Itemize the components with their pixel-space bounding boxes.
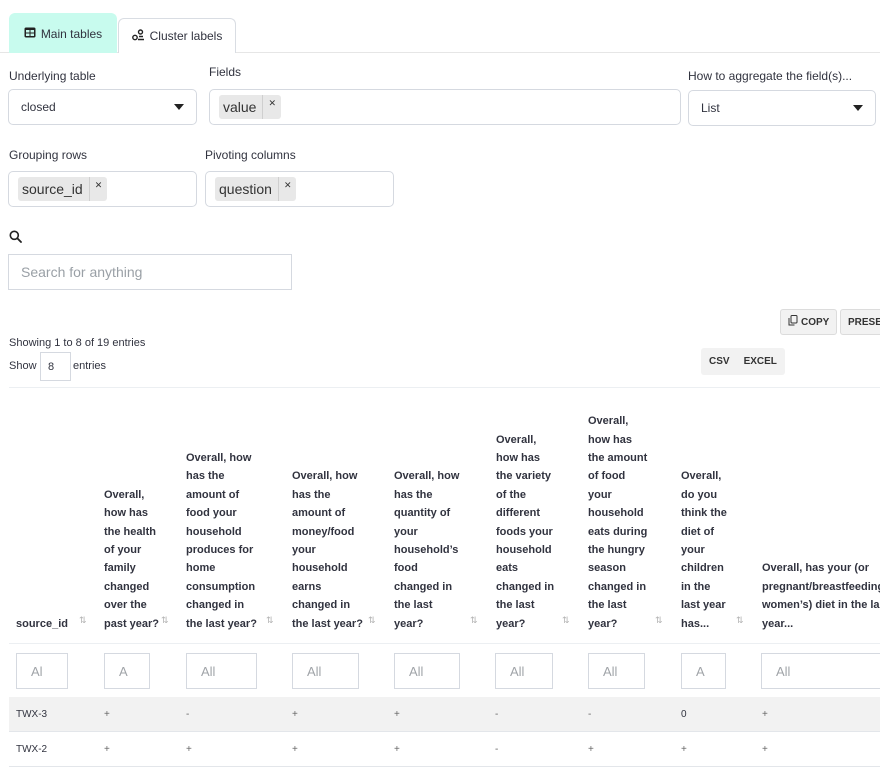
underlying-table-label: Underlying table (9, 69, 96, 83)
table-cell: + (394, 744, 400, 755)
pivoting-columns-multiselect[interactable]: question ✕ (205, 171, 394, 207)
column-filter-input[interactable]: All (394, 653, 460, 689)
sort-icon[interactable]: ⇅ (736, 615, 744, 626)
column-filter-input[interactable]: A (681, 653, 726, 689)
column-filter-input[interactable]: All (292, 653, 359, 689)
copy-label: COPY (801, 316, 830, 328)
underlying-table-select[interactable]: closed (8, 89, 197, 125)
underlying-table-value: closed (21, 100, 56, 114)
table-cell: + (292, 709, 298, 720)
tab-label: Cluster labels (149, 29, 223, 43)
table-cell: + (104, 744, 110, 755)
column-header-source-id[interactable]: source_id (16, 615, 86, 633)
sort-icon[interactable]: ⇅ (470, 615, 478, 626)
excel-button[interactable]: EXCEL (744, 356, 777, 367)
remove-chip-icon[interactable]: ✕ (277, 177, 297, 201)
column-header[interactable]: Overall, do you think the diet of your c… (681, 467, 731, 633)
table-cell: - (495, 709, 499, 720)
grouping-rows-label: Grouping rows (9, 148, 88, 162)
table-cell: - (186, 709, 190, 720)
csv-button[interactable]: CSV (709, 356, 730, 367)
table-cell: + (762, 709, 768, 720)
cell-source-id: TWX-3 (16, 709, 48, 720)
tab-label: Main tables (40, 26, 103, 41)
header-divider (9, 643, 880, 644)
search-input[interactable] (8, 254, 292, 290)
chip-label: value (223, 99, 257, 115)
table-cell: + (588, 744, 594, 755)
remove-chip-icon[interactable]: ✕ (262, 95, 281, 119)
table-row[interactable]: TWX-3 + - + + - - 0 + (9, 697, 880, 731)
table-cell: + (104, 709, 110, 720)
tab-main-tables[interactable]: Main tables (9, 13, 117, 53)
entries-label: entries (73, 360, 107, 372)
sort-icon[interactable]: ⇅ (368, 615, 376, 626)
chevron-down-icon (174, 104, 184, 110)
column-filter-input[interactable]: All (186, 653, 257, 689)
table-cell: 0 (681, 709, 687, 720)
column-header[interactable]: Overall, how has the health of your fami… (104, 486, 162, 633)
tab-cluster-labels[interactable]: Cluster labels (118, 18, 236, 53)
remove-chip-icon[interactable]: ✕ (88, 177, 108, 201)
column-header[interactable]: Overall, how has the amount of food your… (186, 449, 262, 633)
preset-button[interactable]: PRESE (840, 309, 880, 335)
sort-icon[interactable]: ⇅ (79, 615, 87, 626)
divider (9, 387, 880, 388)
column-header[interactable]: Overall, has your (or pregnant/breastfee… (762, 559, 880, 633)
column-filter-input[interactable]: A (104, 653, 150, 689)
search-icon (9, 230, 22, 248)
column-filter-input[interactable]: Al (16, 653, 68, 689)
copy-icon (788, 315, 798, 329)
page-length-input[interactable] (40, 352, 71, 381)
column-filter-input[interactable]: All (588, 653, 645, 689)
chip-label: source_id (22, 181, 83, 197)
column-header[interactable]: Overall, how has the variety of the diff… (496, 431, 558, 633)
grouping-chip: source_id ✕ (18, 177, 108, 201)
table-cell: + (394, 709, 400, 720)
fields-multiselect[interactable]: value ✕ (209, 89, 681, 125)
table-cell: + (762, 744, 768, 755)
sort-icon[interactable]: ⇅ (655, 615, 663, 626)
field-chip: value ✕ (219, 95, 282, 119)
table-cell: - (495, 744, 499, 755)
cell-source-id: TWX-2 (16, 744, 48, 755)
cluster-icon (131, 28, 145, 44)
row-divider (9, 766, 880, 767)
aggregate-value: List (701, 101, 720, 115)
table-row[interactable]: TWX-2 + + + + - + + + (9, 732, 880, 766)
sort-icon[interactable]: ⇅ (562, 615, 570, 626)
table-cell: + (681, 744, 687, 755)
preset-label: PRESE (848, 316, 880, 328)
chip-label: question (219, 181, 272, 197)
pivot-chip: question ✕ (215, 177, 297, 201)
export-button-group: CSV EXCEL (701, 348, 785, 375)
table-cell: + (186, 744, 192, 755)
table-info: Showing 1 to 8 of 19 entries (9, 337, 146, 349)
copy-button[interactable]: COPY (780, 309, 838, 335)
chevron-down-icon (853, 105, 863, 111)
column-header[interactable]: Overall, how has the amount of money/foo… (292, 467, 364, 633)
column-header[interactable]: Overall, how has the amount of food your… (588, 412, 648, 633)
sort-icon[interactable]: ⇅ (161, 615, 169, 626)
aggregate-label: How to aggregate the field(s)... (688, 69, 853, 83)
column-filter-input[interactable]: All (761, 653, 880, 689)
column-header[interactable]: Overall, how has the quantity of your ho… (394, 467, 464, 633)
table-cell: + (292, 744, 298, 755)
show-label: Show (9, 360, 37, 372)
table-cell: - (588, 709, 592, 720)
column-filter-input[interactable]: All (495, 653, 553, 689)
aggregate-select[interactable]: List (688, 90, 876, 126)
grouping-rows-multiselect[interactable]: source_id ✕ (8, 171, 197, 207)
fields-label: Fields (209, 65, 242, 79)
sort-icon[interactable]: ⇅ (266, 615, 274, 626)
pivoting-columns-label: Pivoting columns (205, 148, 296, 162)
table-icon (24, 27, 36, 41)
